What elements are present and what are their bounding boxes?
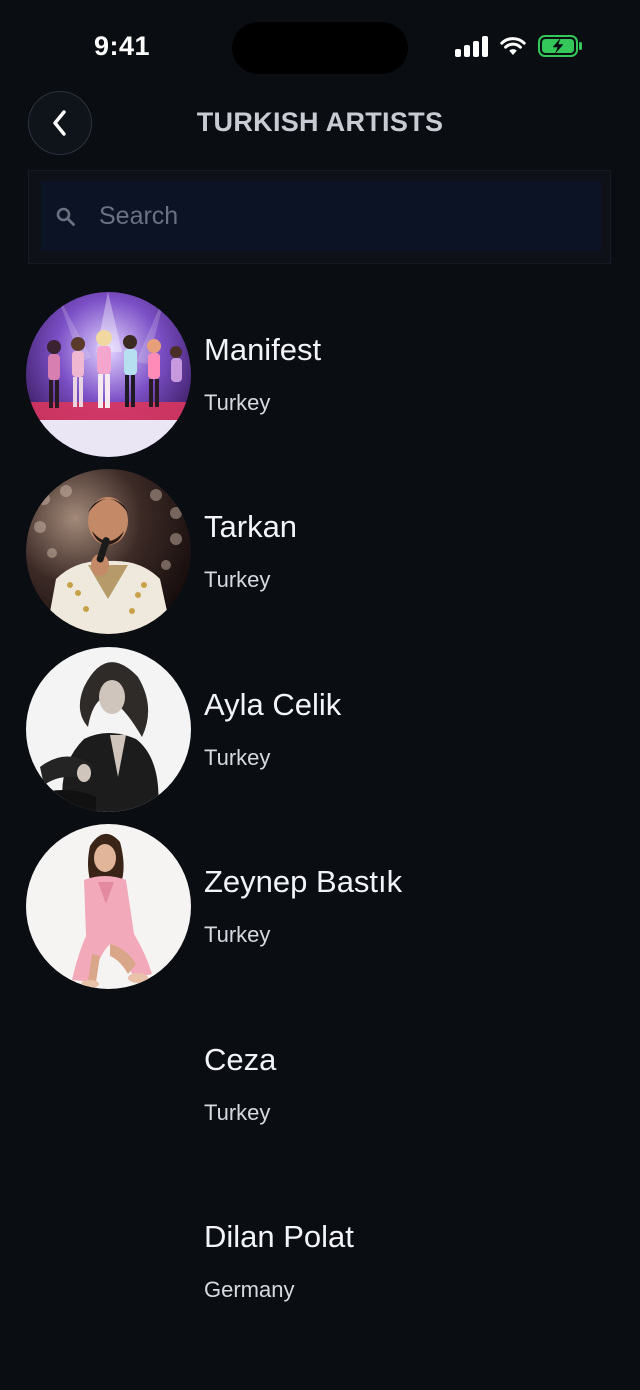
artist-country: Turkey: [204, 744, 271, 770]
artist-name: Ceza: [204, 1041, 277, 1077]
wifi-icon: [500, 36, 526, 56]
artist-country: Germany: [204, 1276, 295, 1302]
battery-charging-icon: [538, 35, 584, 57]
cellular-signal-icon: [455, 35, 488, 57]
status-bar: 9:41: [0, 0, 640, 86]
artist-avatar: [26, 469, 191, 635]
artist-row-tarkan[interactable]: Tarkan Turkey: [0, 469, 640, 646]
artist-name: Ayla Celik: [204, 686, 342, 722]
search-icon: [56, 207, 75, 226]
artist-row-ceza[interactable]: Ceza Turkey: [0, 1002, 640, 1179]
artist-row-manifest[interactable]: Manifest Turkey: [0, 292, 640, 469]
search-field[interactable]: [41, 181, 601, 251]
artist-country: Turkey: [204, 390, 271, 415]
artist-row-dilan-polat[interactable]: Dilan Polat Germany: [0, 1179, 640, 1356]
artist-name: Dilan Polat: [204, 1218, 354, 1254]
artist-row-ayla-celik[interactable]: Ayla Celik Turkey: [0, 646, 640, 824]
status-time: 9:41: [94, 31, 151, 61]
artist-avatar: [26, 824, 191, 990]
dynamic-island: [232, 22, 408, 74]
search-input[interactable]: [99, 181, 589, 251]
artist-name: Tarkan: [204, 509, 298, 545]
artist-country: Turkey: [204, 567, 271, 593]
search-container: [28, 170, 611, 264]
artist-row-zeynep-bastik[interactable]: Zeynep Bastık Turkey: [0, 824, 640, 1001]
artist-country: Turkey: [204, 922, 271, 948]
page-title: TURKISH ARTISTS: [196, 107, 444, 137]
artist-name: Manifest: [204, 332, 322, 367]
status-icons: [455, 32, 584, 60]
artist-name: Zeynep Bastık: [204, 864, 403, 900]
artist-list: Manifest Turkey Tarkan Turkey Ayla Celik…: [0, 292, 640, 1356]
artist-country: Turkey: [204, 1099, 271, 1125]
artist-avatar: [26, 646, 191, 812]
artist-avatar: [26, 292, 191, 457]
